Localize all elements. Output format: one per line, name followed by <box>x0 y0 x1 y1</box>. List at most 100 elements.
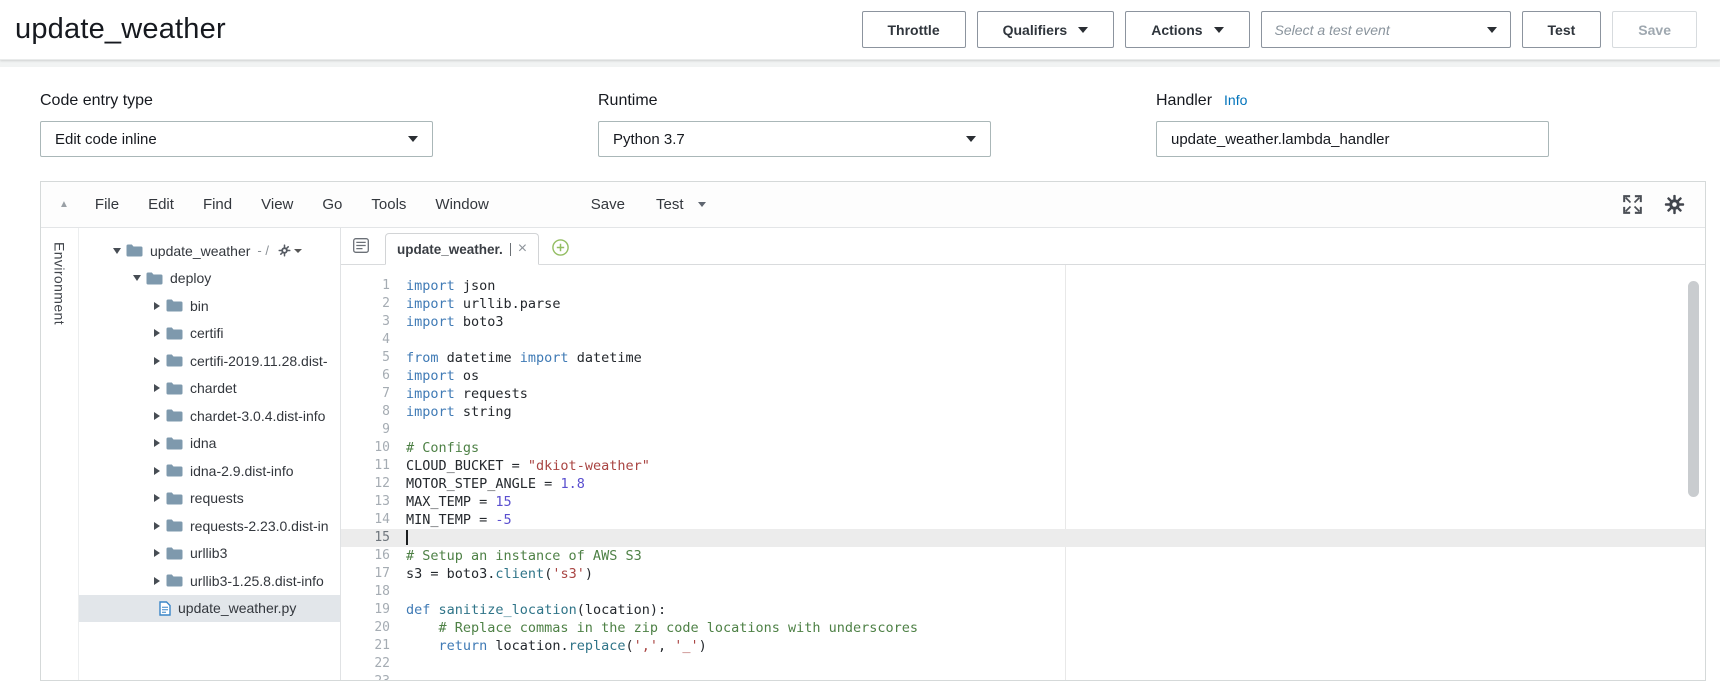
menu-find[interactable]: Find <box>203 196 232 213</box>
project-settings-gear-icon[interactable] <box>278 244 302 257</box>
code-line[interactable]: 14MIN_TEMP = -5 <box>341 511 1705 529</box>
menu-go[interactable]: Go <box>322 196 342 213</box>
code-line[interactable]: 2import urllib.parse <box>341 295 1705 313</box>
folder-icon <box>166 299 183 312</box>
menu-view[interactable]: View <box>261 196 293 213</box>
code-line[interactable]: 19def sanitize_location(location): <box>341 601 1705 619</box>
tab-list-icon[interactable] <box>353 238 369 253</box>
settings-gear-icon[interactable] <box>1664 194 1685 215</box>
code-line-text <box>397 673 406 680</box>
line-number: 4 <box>341 331 397 349</box>
code-line[interactable]: 13MAX_TEMP = 15 <box>341 493 1705 511</box>
disclosure-arrow-icon[interactable] <box>149 439 164 447</box>
actions-button[interactable]: Actions <box>1125 11 1249 48</box>
collapse-editor-icon[interactable]: ▲ <box>59 199 69 210</box>
code-area[interactable]: 1import json2import urllib.parse3import … <box>341 265 1705 680</box>
code-line[interactable]: 9 <box>341 421 1705 439</box>
environment-tab[interactable]: Environment <box>52 242 68 680</box>
disclosure-arrow-icon[interactable] <box>149 494 164 502</box>
test-dropdown-caret-icon[interactable] <box>698 202 706 207</box>
chevron-down-icon <box>1487 27 1497 33</box>
handler-info-link[interactable]: Info <box>1224 92 1247 108</box>
tab-text-cursor <box>510 243 511 256</box>
code-line-text: # Replace commas in the zip code locatio… <box>397 619 918 637</box>
code-line[interactable]: 6import os <box>341 367 1705 385</box>
disclosure-arrow-icon[interactable] <box>149 384 164 392</box>
tree-item-certifi-2019-11-28-dist-[interactable]: certifi-2019.11.28.dist- <box>79 347 340 375</box>
editor-scrollbar-thumb[interactable] <box>1688 281 1699 497</box>
menu-edit[interactable]: Edit <box>148 196 174 213</box>
throttle-button[interactable]: Throttle <box>862 11 966 48</box>
menu-file[interactable]: File <box>95 196 119 213</box>
file-tree: update_weather- /deploybin certifi certifi… <box>79 228 341 680</box>
qualifiers-button[interactable]: Qualifiers <box>977 11 1115 48</box>
code-line[interactable]: 7import requests <box>341 385 1705 403</box>
editor-tab-update-weather[interactable]: update_weather. × <box>385 233 539 265</box>
code-line[interactable]: 20 # Replace commas in the zip code loca… <box>341 619 1705 637</box>
disclosure-arrow-icon[interactable] <box>109 248 124 254</box>
disclosure-arrow-icon[interactable] <box>149 329 164 337</box>
code-line[interactable]: 8import string <box>341 403 1705 421</box>
disclosure-arrow-icon[interactable] <box>129 275 144 281</box>
test-event-placeholder: Select a test event <box>1275 22 1390 38</box>
runtime-select[interactable]: Python 3.7 <box>598 121 991 157</box>
code-line-text: MAX_TEMP = 15 <box>397 493 512 511</box>
function-code-config: Code entry type Edit code inline Runtime… <box>0 67 1720 157</box>
code-line[interactable]: 4 <box>341 331 1705 349</box>
code-line[interactable]: 12MOTOR_STEP_ANGLE = 1.8 <box>341 475 1705 493</box>
handler-input[interactable] <box>1156 121 1549 157</box>
save-button[interactable]: Save <box>1612 11 1697 48</box>
code-line-text <box>397 655 406 673</box>
code-entry-type-select[interactable]: Edit code inline <box>40 121 433 157</box>
tree-item-chardet[interactable]: chardet <box>79 375 340 403</box>
code-line[interactable]: 1import json <box>341 277 1705 295</box>
tree-item-urllib3[interactable]: urllib3 <box>79 540 340 568</box>
disclosure-arrow-icon[interactable] <box>149 357 164 365</box>
ide-save-button[interactable]: Save <box>591 196 625 213</box>
disclosure-arrow-icon[interactable] <box>149 522 164 530</box>
python-file-icon <box>159 601 171 616</box>
menu-tools[interactable]: Tools <box>371 196 406 213</box>
code-line[interactable]: 17s3 = boto3.client('s3') <box>341 565 1705 583</box>
code-line[interactable]: 21 return location.replace(',', '_') <box>341 637 1705 655</box>
code-line[interactable]: 16# Setup an instance of AWS S3 <box>341 547 1705 565</box>
tree-item-requests-2-23-0-dist-in[interactable]: requests-2.23.0.dist-in <box>79 512 340 540</box>
code-line-text: CLOUD_BUCKET = "dkiot-weather" <box>397 457 650 475</box>
code-line[interactable]: 11CLOUD_BUCKET = "dkiot-weather" <box>341 457 1705 475</box>
code-line[interactable]: 18 <box>341 583 1705 601</box>
tree-item-label: certifi <box>190 325 223 341</box>
tree-item-requests[interactable]: requests <box>79 485 340 513</box>
code-line[interactable]: 15 <box>341 529 1705 547</box>
disclosure-arrow-icon[interactable] <box>149 467 164 475</box>
code-line[interactable]: 23 <box>341 673 1705 680</box>
code-line[interactable]: 5from datetime import datetime <box>341 349 1705 367</box>
code-line-text: from datetime import datetime <box>397 349 642 367</box>
tree-item-bin[interactable]: bin <box>79 292 340 320</box>
ide-body: Environment update_weather- /deploybin ce… <box>41 228 1705 680</box>
code-line[interactable]: 10# Configs <box>341 439 1705 457</box>
tree-item-idna[interactable]: idna <box>79 430 340 458</box>
fullscreen-icon[interactable] <box>1623 195 1642 214</box>
disclosure-arrow-icon[interactable] <box>149 412 164 420</box>
disclosure-arrow-icon[interactable] <box>149 549 164 557</box>
tree-item-chardet-3-0-4-dist-info[interactable]: chardet-3.0.4.dist-info <box>79 402 340 430</box>
tree-item-urllib3-1-25-8-dist-info[interactable]: urllib3-1.25.8.dist-info <box>79 567 340 595</box>
tree-item-update-weather[interactable]: update_weather- / <box>79 237 340 265</box>
menu-window[interactable]: Window <box>435 196 488 213</box>
code-line[interactable]: 3import boto3 <box>341 313 1705 331</box>
disclosure-arrow-icon[interactable] <box>149 577 164 585</box>
disclosure-arrow-icon[interactable] <box>149 302 164 310</box>
test-event-select[interactable]: Select a test event <box>1261 11 1511 48</box>
tree-item-certifi[interactable]: certifi <box>79 320 340 348</box>
tree-item-deploy[interactable]: deploy <box>79 265 340 293</box>
tree-item-label: urllib3 <box>190 545 227 561</box>
line-number: 23 <box>341 673 397 680</box>
new-tab-icon[interactable] <box>552 239 569 256</box>
code-line-text: MIN_TEMP = -5 <box>397 511 512 529</box>
ide-test-button[interactable]: Test <box>656 196 706 213</box>
tree-item-idna-2-9-dist-info[interactable]: idna-2.9.dist-info <box>79 457 340 485</box>
tree-item-update-weather-py[interactable]: update_weather.py <box>79 595 340 623</box>
code-line[interactable]: 22 <box>341 655 1705 673</box>
tab-close-icon[interactable]: × <box>518 241 527 257</box>
test-button[interactable]: Test <box>1522 11 1602 48</box>
